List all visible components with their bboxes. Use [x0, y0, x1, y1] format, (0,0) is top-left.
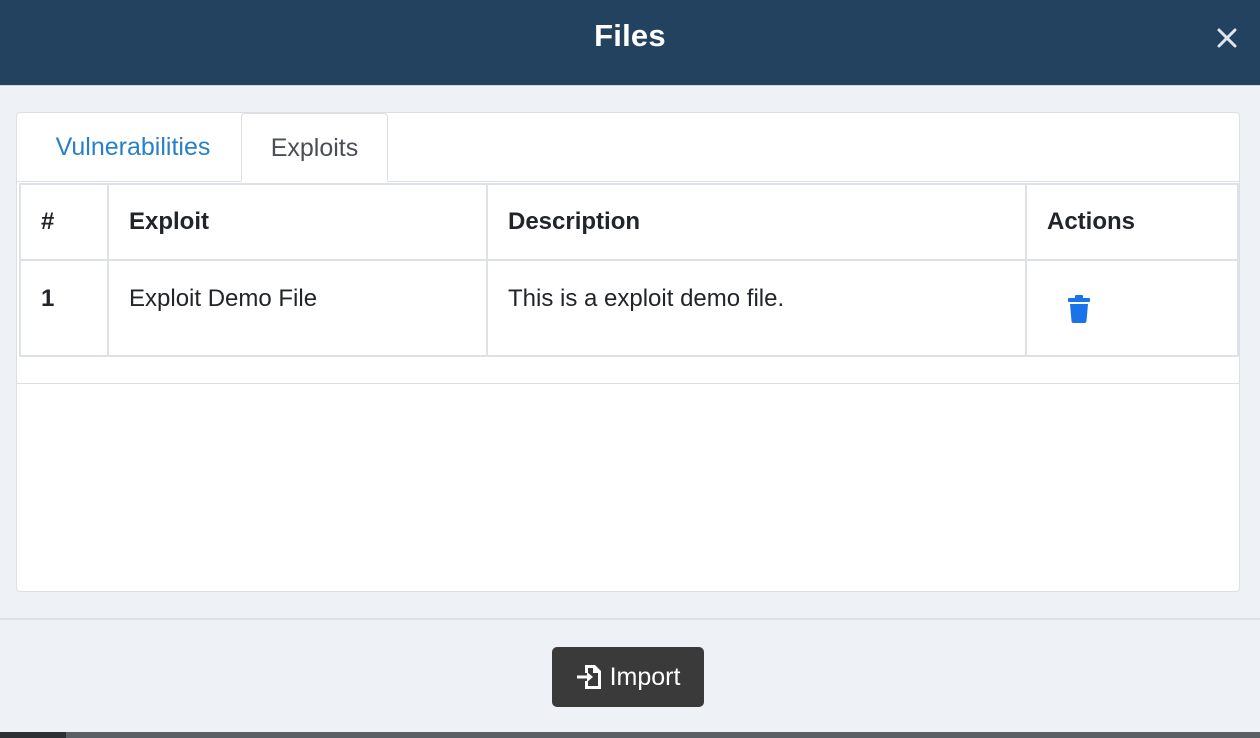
- row-actions: [1025, 259, 1239, 357]
- window-bottom-edge-left: [0, 732, 66, 738]
- column-header-description: Description: [486, 183, 1027, 261]
- table-header-row: # Exploit Description Actions: [19, 183, 1239, 261]
- delete-button[interactable]: [1067, 295, 1091, 330]
- window-bottom-edge: [0, 732, 1260, 738]
- close-icon: [1217, 28, 1237, 48]
- tabs-divider: [17, 181, 1239, 182]
- column-header-actions: Actions: [1025, 183, 1239, 261]
- column-header-exploit: Exploit: [107, 183, 488, 261]
- import-label: Import: [609, 662, 681, 691]
- files-card: Vulnerabilities Exploits # Exploit Descr…: [16, 112, 1240, 592]
- file-import-icon: [576, 665, 601, 689]
- column-header-number: #: [19, 183, 109, 261]
- row-number: 1: [19, 259, 109, 357]
- tab-vulnerabilities[interactable]: Vulnerabilities: [25, 113, 241, 181]
- modal-body: Vulnerabilities Exploits # Exploit Descr…: [0, 86, 1260, 618]
- table-bottom-divider: [17, 383, 1239, 384]
- import-button[interactable]: Import: [552, 647, 704, 707]
- close-button[interactable]: [1213, 24, 1241, 52]
- modal-header: Files: [0, 0, 1260, 86]
- table-row: 1 Exploit Demo File This is a exploit de…: [19, 259, 1239, 357]
- modal-footer: Import: [0, 618, 1260, 732]
- modal-title: Files: [594, 18, 666, 53]
- exploits-table: # Exploit Description Actions 1 Exploit …: [19, 183, 1239, 357]
- exploit-description: This is a exploit demo file.: [486, 259, 1027, 357]
- exploit-name: Exploit Demo File: [107, 259, 488, 357]
- tab-exploits[interactable]: Exploits: [241, 113, 388, 182]
- trash-icon: [1068, 295, 1090, 323]
